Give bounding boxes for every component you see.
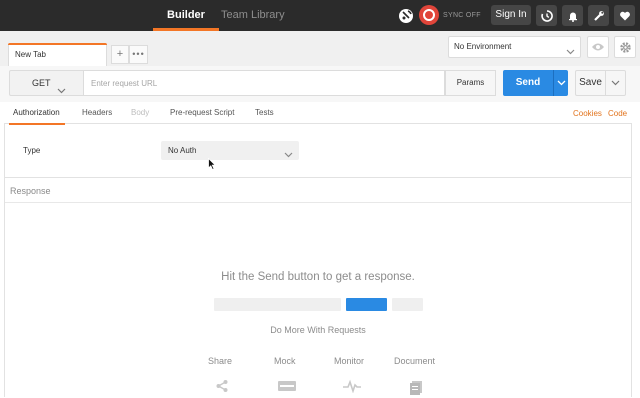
tab-tests[interactable]: Tests [255,102,274,124]
authorization-panel: Type No Auth [4,124,632,177]
feature-share[interactable]: Share [208,356,232,366]
do-more-title: Do More With Requests [270,325,366,335]
environment-select-value: No Environment [454,42,512,51]
placeholder-bar-highlight [346,298,387,311]
share-icon[interactable] [215,379,229,396]
code-link[interactable]: Code [608,102,627,124]
chevron-down-icon [557,80,565,86]
tab-row: New Tab + ••• No Environment [0,31,640,66]
heart-icon[interactable] [614,5,635,26]
method-value: GET [32,78,51,88]
satellite-icon[interactable] [395,5,416,26]
eye-icon[interactable] [587,36,609,58]
gear-icon[interactable] [614,36,636,58]
chevron-down-icon [611,80,620,86]
tab-new-tab[interactable]: New Tab [8,43,107,66]
auth-type-value: No Auth [168,146,197,155]
send-options-dropdown[interactable] [553,70,568,96]
nav-builder[interactable]: Builder [153,0,219,31]
add-tab-button[interactable]: + [111,45,129,64]
feature-document[interactable]: Document [394,356,435,366]
auth-type-label: Type [23,146,41,155]
response-header: Response [5,178,631,203]
top-navigation-bar: Builder Team Library SYNC OFF Sign In [0,0,640,31]
feature-mock[interactable]: Mock [274,356,296,366]
feature-monitor[interactable]: Monitor [334,356,364,366]
tab-body[interactable]: Body [131,102,149,124]
monitor-icon[interactable] [342,379,362,396]
auth-type-select[interactable]: No Auth [161,141,299,160]
placeholder-bar-right [392,298,423,311]
mock-server-icon[interactable] [277,379,297,396]
cookies-link[interactable]: Cookies [573,102,602,124]
more-tabs-button[interactable]: ••• [129,45,148,64]
chevron-down-icon [57,79,66,103]
url-input[interactable] [84,70,445,96]
send-hint: Hit the Send button to get a response. [221,271,415,283]
history-icon[interactable] [536,5,557,26]
save-button[interactable]: Save [575,70,606,96]
environment-select[interactable]: No Environment [448,36,581,58]
tab-authorization[interactable]: Authorization [9,102,65,125]
sign-in-button[interactable]: Sign In [491,5,531,25]
nav-team-library[interactable]: Team Library [221,0,285,31]
sync-status: SYNC OFF [443,12,481,19]
tab-pre-request-script[interactable]: Pre-request Script [170,102,234,124]
request-subtabs: Authorization Headers Body Pre-request S… [4,102,632,125]
save-options-dropdown[interactable] [606,70,626,96]
method-select[interactable]: GET [9,70,84,96]
tab-headers[interactable]: Headers [82,102,112,124]
response-area: Response Hit the Send button to get a re… [4,177,632,397]
sync-icon[interactable] [419,5,439,25]
placeholder-bar-left [214,298,341,311]
response-label: Response [10,186,51,196]
chevron-down-icon [284,146,293,165]
request-bar: GET Params Send Save [0,66,640,102]
chevron-down-icon [566,43,575,63]
mouse-cursor-icon [208,157,217,173]
send-button[interactable]: Send [503,70,553,96]
params-button[interactable]: Params [445,70,496,96]
bell-icon[interactable] [562,5,583,26]
document-icon[interactable] [408,379,424,398]
wrench-icon[interactable] [588,5,609,26]
